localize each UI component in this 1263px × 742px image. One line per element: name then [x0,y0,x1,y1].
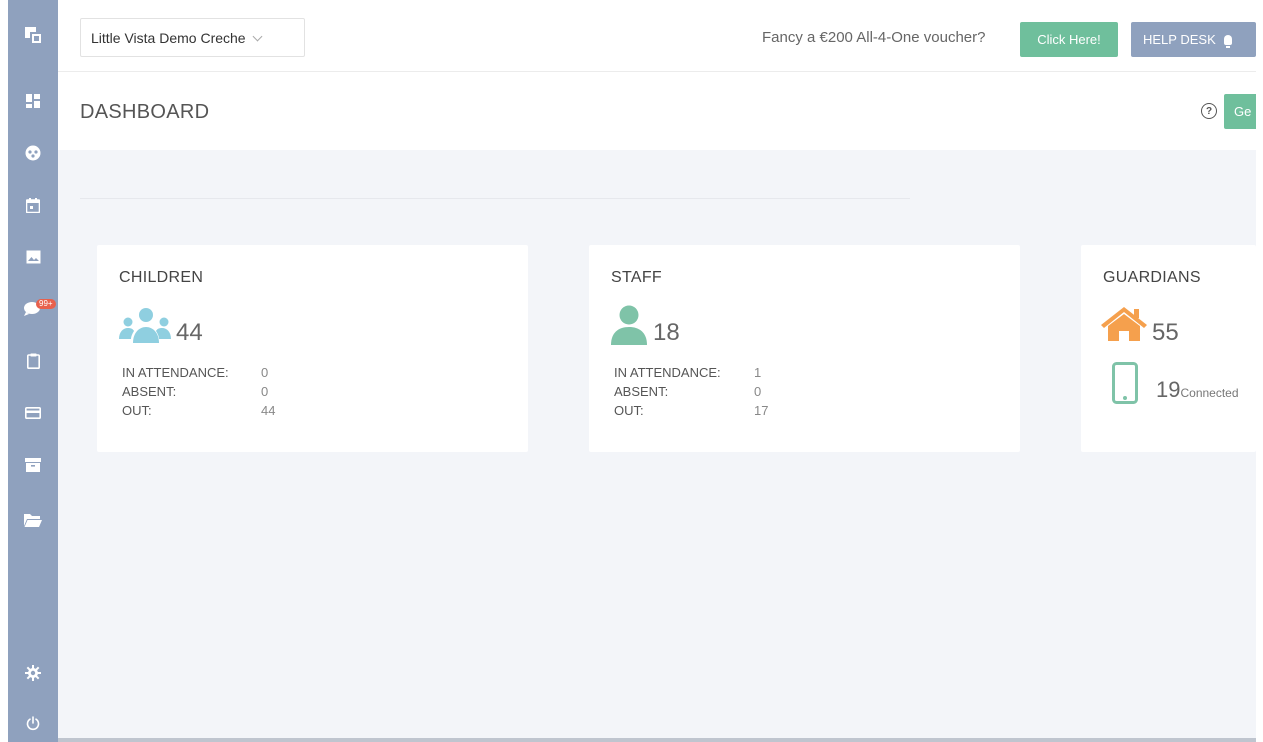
stat-value: 0 [754,384,762,399]
mobile-phone-icon [1112,362,1138,404]
stat-value: 44 [261,403,276,418]
click-here-button[interactable]: Click Here! [1020,22,1118,57]
voucher-promo-text: Fancy a €200 All-4-One voucher? [762,29,986,46]
messages-badge: 99+ [36,299,56,309]
stat-value: 0 [261,384,269,399]
children-count: 44 [176,319,203,346]
billing-card-icon[interactable] [8,398,58,428]
guardians-count: 55 [1152,319,1179,346]
lightbulb-icon [1223,34,1232,48]
stat-label: ABSENT: [614,384,669,399]
stat-label: OUT: [122,403,152,418]
stat-label: ABSENT: [122,384,177,399]
page-header: DASHBOARD ? Ge [58,73,1263,150]
connected-label: Connected [1180,386,1239,400]
stat-value: 1 [754,365,762,380]
messages-icon[interactable]: 99+ [8,294,58,324]
help-desk-label: HELP DESK [1143,32,1216,47]
children-icon[interactable] [8,138,58,168]
stat-value: 0 [261,365,269,380]
stat-label: IN ATTENDANCE: [122,365,229,380]
staff-card[interactable]: STAFF 18 IN ATTENDANCE: 1 ABSENT: 0 OUT: 17 [589,245,1020,452]
settings-gear-icon[interactable] [8,658,58,688]
divider [80,198,910,199]
guardians-connected: 19Connected [1156,377,1239,403]
clipboard-icon[interactable] [8,346,58,376]
guardians-card-title: GUARDIANS [1103,269,1201,286]
children-card[interactable]: CHILDREN 44 IN ATTENDANCE: 0 ABSENT: 0 OUT… [97,245,528,452]
logo-icon[interactable] [8,20,58,50]
dashboard-icon[interactable] [8,86,58,116]
folder-icon[interactable] [8,505,58,535]
children-card-title: CHILDREN [119,269,204,286]
dashboard-content: CHILDREN 44 IN ATTENDANCE: 0 ABSENT: 0 OUT… [58,150,1256,738]
chevron-down-icon [252,31,263,41]
help-desk-button[interactable]: HELP DESK [1131,22,1256,57]
staff-card-title: STAFF [611,269,662,286]
staff-count: 18 [653,319,680,346]
top-bar: Little Vista Demo Creche Fancy a €200 Al… [58,0,1263,72]
help-question-icon[interactable]: ? [1201,103,1217,119]
bottom-scrollbar[interactable] [58,738,1256,742]
right-edge [1256,0,1263,742]
house-icon [1101,307,1147,341]
stat-value: 17 [754,403,769,418]
connected-count: 19 [1156,377,1181,402]
archive-icon[interactable] [8,450,58,480]
staff-person-icon [611,305,647,345]
gallery-icon[interactable] [8,242,58,272]
stat-label: OUT: [614,403,644,418]
sidebar: 99+ [8,0,58,742]
guardians-card[interactable]: GUARDIANS 55 19Connected [1081,245,1256,452]
page-title: DASHBOARD [80,101,210,123]
calendar-icon[interactable] [8,190,58,220]
power-icon[interactable] [8,708,58,738]
creche-select-value: Little Vista Demo Creche [91,29,246,46]
children-group-icon [119,308,171,343]
stat-label: IN ATTENDANCE: [614,365,721,380]
creche-select-dropdown[interactable]: Little Vista Demo Creche [80,18,305,57]
